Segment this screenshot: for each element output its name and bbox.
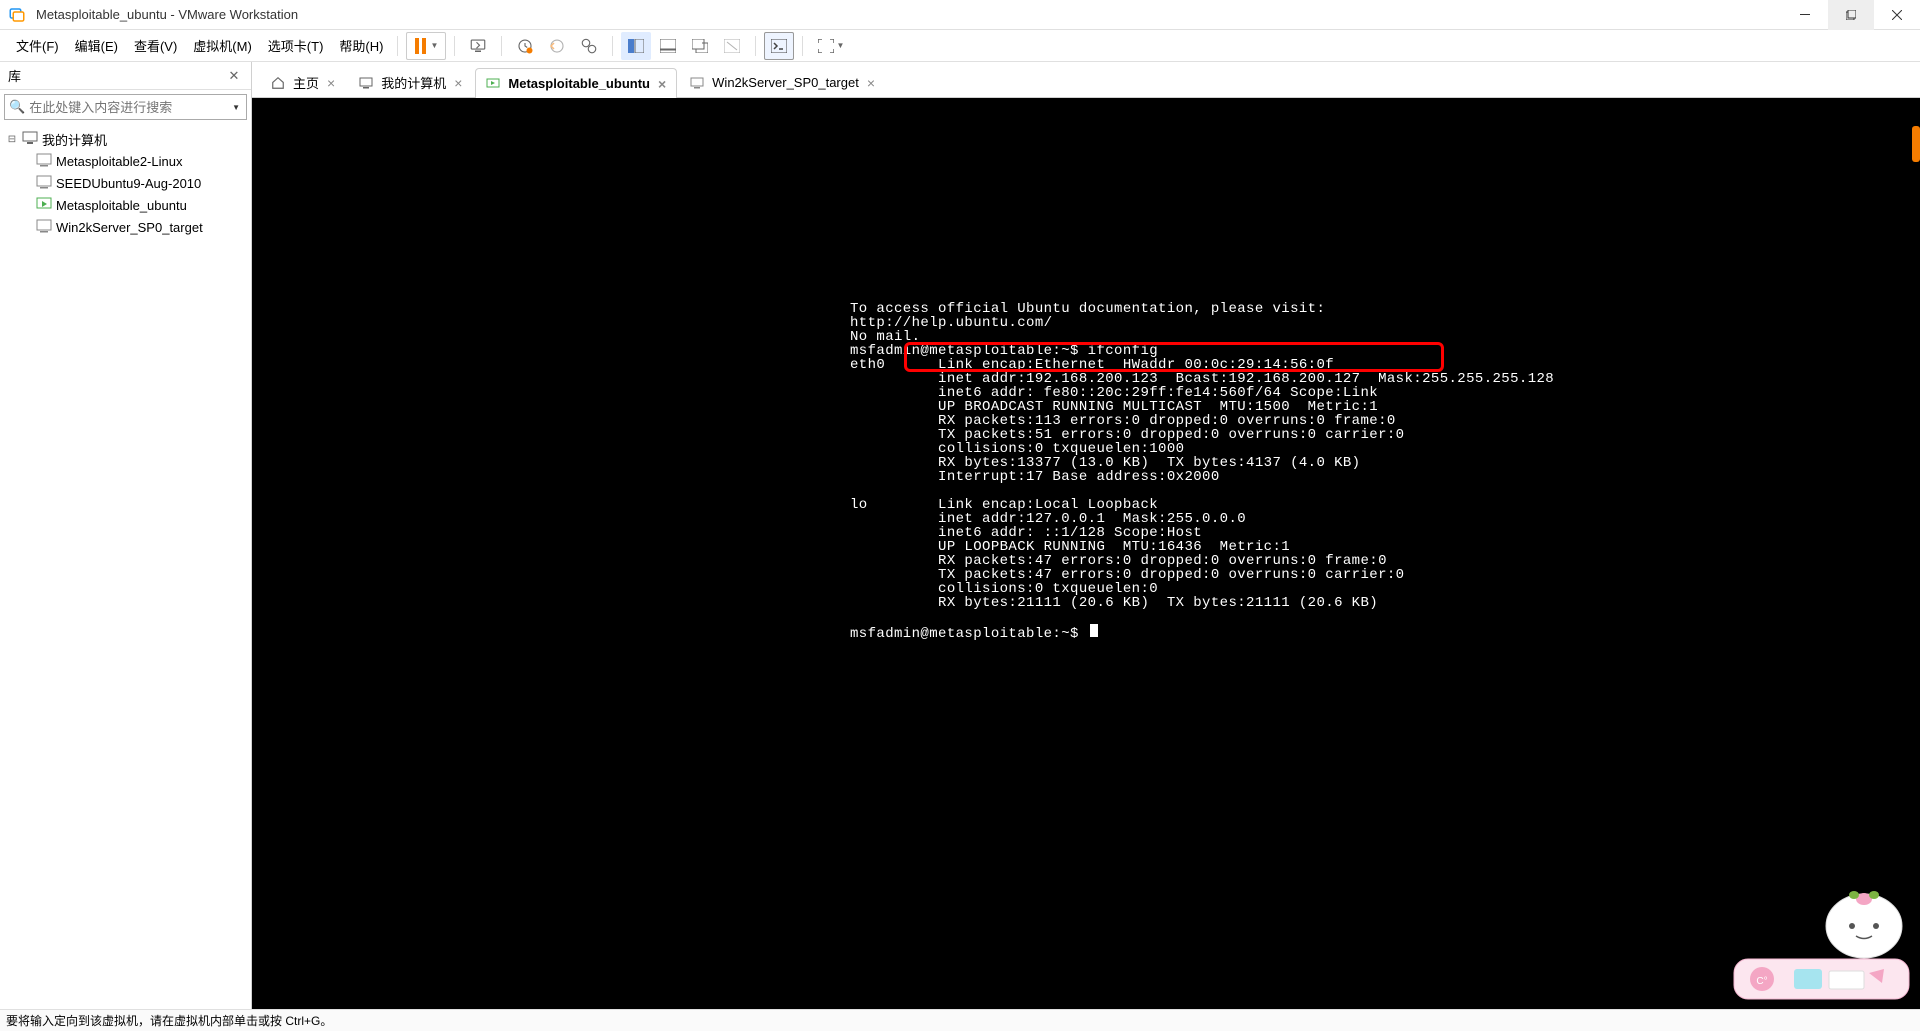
search-dropdown-arrow[interactable]: ▼	[230, 103, 242, 112]
scroll-indicator	[1912, 126, 1920, 162]
search-input[interactable]	[29, 100, 230, 115]
terminal-cursor	[1090, 624, 1098, 637]
chevron-down-icon: ▼	[836, 41, 844, 50]
tabstrip: 主页 × 我的计算机 × Metasploitable_ubuntu × Win…	[252, 62, 1920, 98]
sidebar-title: 库	[8, 66, 225, 85]
menubar: 文件(F) 编辑(E) 查看(V) 虚拟机(M) 选项卡(T) 帮助(H) ▼ …	[0, 30, 1920, 62]
computer-icon	[22, 131, 38, 148]
vm-running-icon	[36, 197, 52, 214]
tab-label: Win2kServer_SP0_target	[712, 75, 859, 90]
vm-icon	[36, 175, 52, 192]
window-title: Metasploitable_ubuntu - VMware Workstati…	[36, 7, 1782, 22]
tree-vm-item-active[interactable]: Metasploitable_ubuntu	[32, 194, 249, 216]
toolbar-divider	[612, 36, 613, 56]
view-fullscreen-off-button[interactable]	[717, 32, 747, 60]
statusbar-hint: 要将输入定向到该虚拟机，请在虚拟机内部单击或按 Ctrl+G。	[6, 1012, 332, 1029]
library-sidebar: 库 ✕ 🔍 ▼ ⊟ 我的计算机 Metasploitable2-Linux S	[0, 62, 252, 1009]
tab-close-button[interactable]: ×	[658, 76, 666, 92]
content-area: 主页 × 我的计算机 × Metasploitable_ubuntu × Win…	[252, 62, 1920, 1009]
sidebar-close-button[interactable]: ✕	[225, 68, 243, 84]
computer-icon	[359, 76, 373, 90]
menu-view[interactable]: 查看(V)	[128, 32, 183, 59]
home-icon	[271, 76, 285, 90]
console-button[interactable]	[764, 32, 794, 60]
sidebar-header: 库 ✕	[0, 62, 251, 90]
tab-close-button[interactable]: ×	[454, 75, 462, 91]
tab-close-button[interactable]: ×	[327, 75, 335, 91]
minimize-button[interactable]	[1782, 0, 1828, 30]
toolbar-divider	[802, 36, 803, 56]
tab-mycomputer[interactable]: 我的计算机 ×	[348, 67, 473, 97]
vm-console[interactable]: To access official Ubuntu documentation,…	[252, 98, 1920, 1009]
chevron-down-icon: ▼	[430, 41, 438, 50]
statusbar: 要将输入定向到该虚拟机，请在虚拟机内部单击或按 Ctrl+G。	[0, 1009, 1920, 1031]
vm-label: SEEDUbuntu9-Aug-2010	[56, 176, 201, 191]
menu-file[interactable]: 文件(F)	[10, 32, 65, 59]
vm-running-icon	[486, 77, 500, 91]
snapshot-take-button[interactable]	[510, 32, 540, 60]
tab-win2k[interactable]: Win2kServer_SP0_target ×	[679, 67, 886, 97]
maximize-button[interactable]	[1828, 0, 1874, 30]
view-unity-button[interactable]	[685, 32, 715, 60]
library-search[interactable]: 🔍 ▼	[4, 94, 247, 120]
menu-help[interactable]: 帮助(H)	[333, 32, 389, 59]
terminal-output: To access official Ubuntu documentation,…	[850, 288, 1554, 669]
send-ctrl-alt-del-button[interactable]	[463, 32, 493, 60]
vm-label: Metasploitable2-Linux	[56, 154, 182, 169]
vm-icon	[36, 153, 52, 170]
fullscreen-button[interactable]: ▼	[811, 32, 851, 60]
tab-home[interactable]: 主页 ×	[260, 67, 346, 97]
tree-vm-item[interactable]: SEEDUbuntu9-Aug-2010	[32, 172, 249, 194]
tree-root-label: 我的计算机	[42, 130, 107, 149]
toolbar-divider	[454, 36, 455, 56]
vm-label: Win2kServer_SP0_target	[56, 220, 203, 235]
toolbar-divider	[501, 36, 502, 56]
tree-vm-item[interactable]: Win2kServer_SP0_target	[32, 216, 249, 238]
search-icon: 🔍	[9, 99, 25, 115]
titlebar: Metasploitable_ubuntu - VMware Workstati…	[0, 0, 1920, 30]
snapshot-manage-button[interactable]	[574, 32, 604, 60]
vm-icon	[690, 76, 704, 90]
toolbar-divider	[397, 36, 398, 56]
vm-icon	[36, 219, 52, 236]
tab-label: Metasploitable_ubuntu	[508, 76, 650, 91]
menu-vm[interactable]: 虚拟机(M)	[187, 32, 258, 59]
vm-label: Metasploitable_ubuntu	[56, 198, 187, 213]
menu-tabs[interactable]: 选项卡(T)	[262, 32, 330, 59]
snapshot-revert-button[interactable]	[542, 32, 572, 60]
close-button[interactable]	[1874, 0, 1920, 30]
toolbar-divider	[755, 36, 756, 56]
collapse-icon[interactable]: ⊟	[6, 134, 18, 145]
tab-metasploitable-active[interactable]: Metasploitable_ubuntu ×	[475, 68, 677, 98]
pause-button[interactable]: ▼	[406, 32, 446, 60]
vm-tree: ⊟ 我的计算机 Metasploitable2-Linux SEEDUbuntu…	[0, 124, 251, 1009]
vmware-app-icon	[8, 6, 26, 24]
tab-label: 主页	[293, 73, 319, 92]
window-controls	[1782, 0, 1920, 30]
tab-close-button[interactable]: ×	[867, 75, 875, 91]
view-single-button[interactable]	[621, 32, 651, 60]
tree-vm-item[interactable]: Metasploitable2-Linux	[32, 150, 249, 172]
tree-root-mycomputer[interactable]: ⊟ 我的计算机	[2, 128, 249, 150]
menu-edit[interactable]: 编辑(E)	[69, 32, 124, 59]
view-thumbnail-button[interactable]	[653, 32, 683, 60]
tab-label: 我的计算机	[381, 73, 446, 92]
